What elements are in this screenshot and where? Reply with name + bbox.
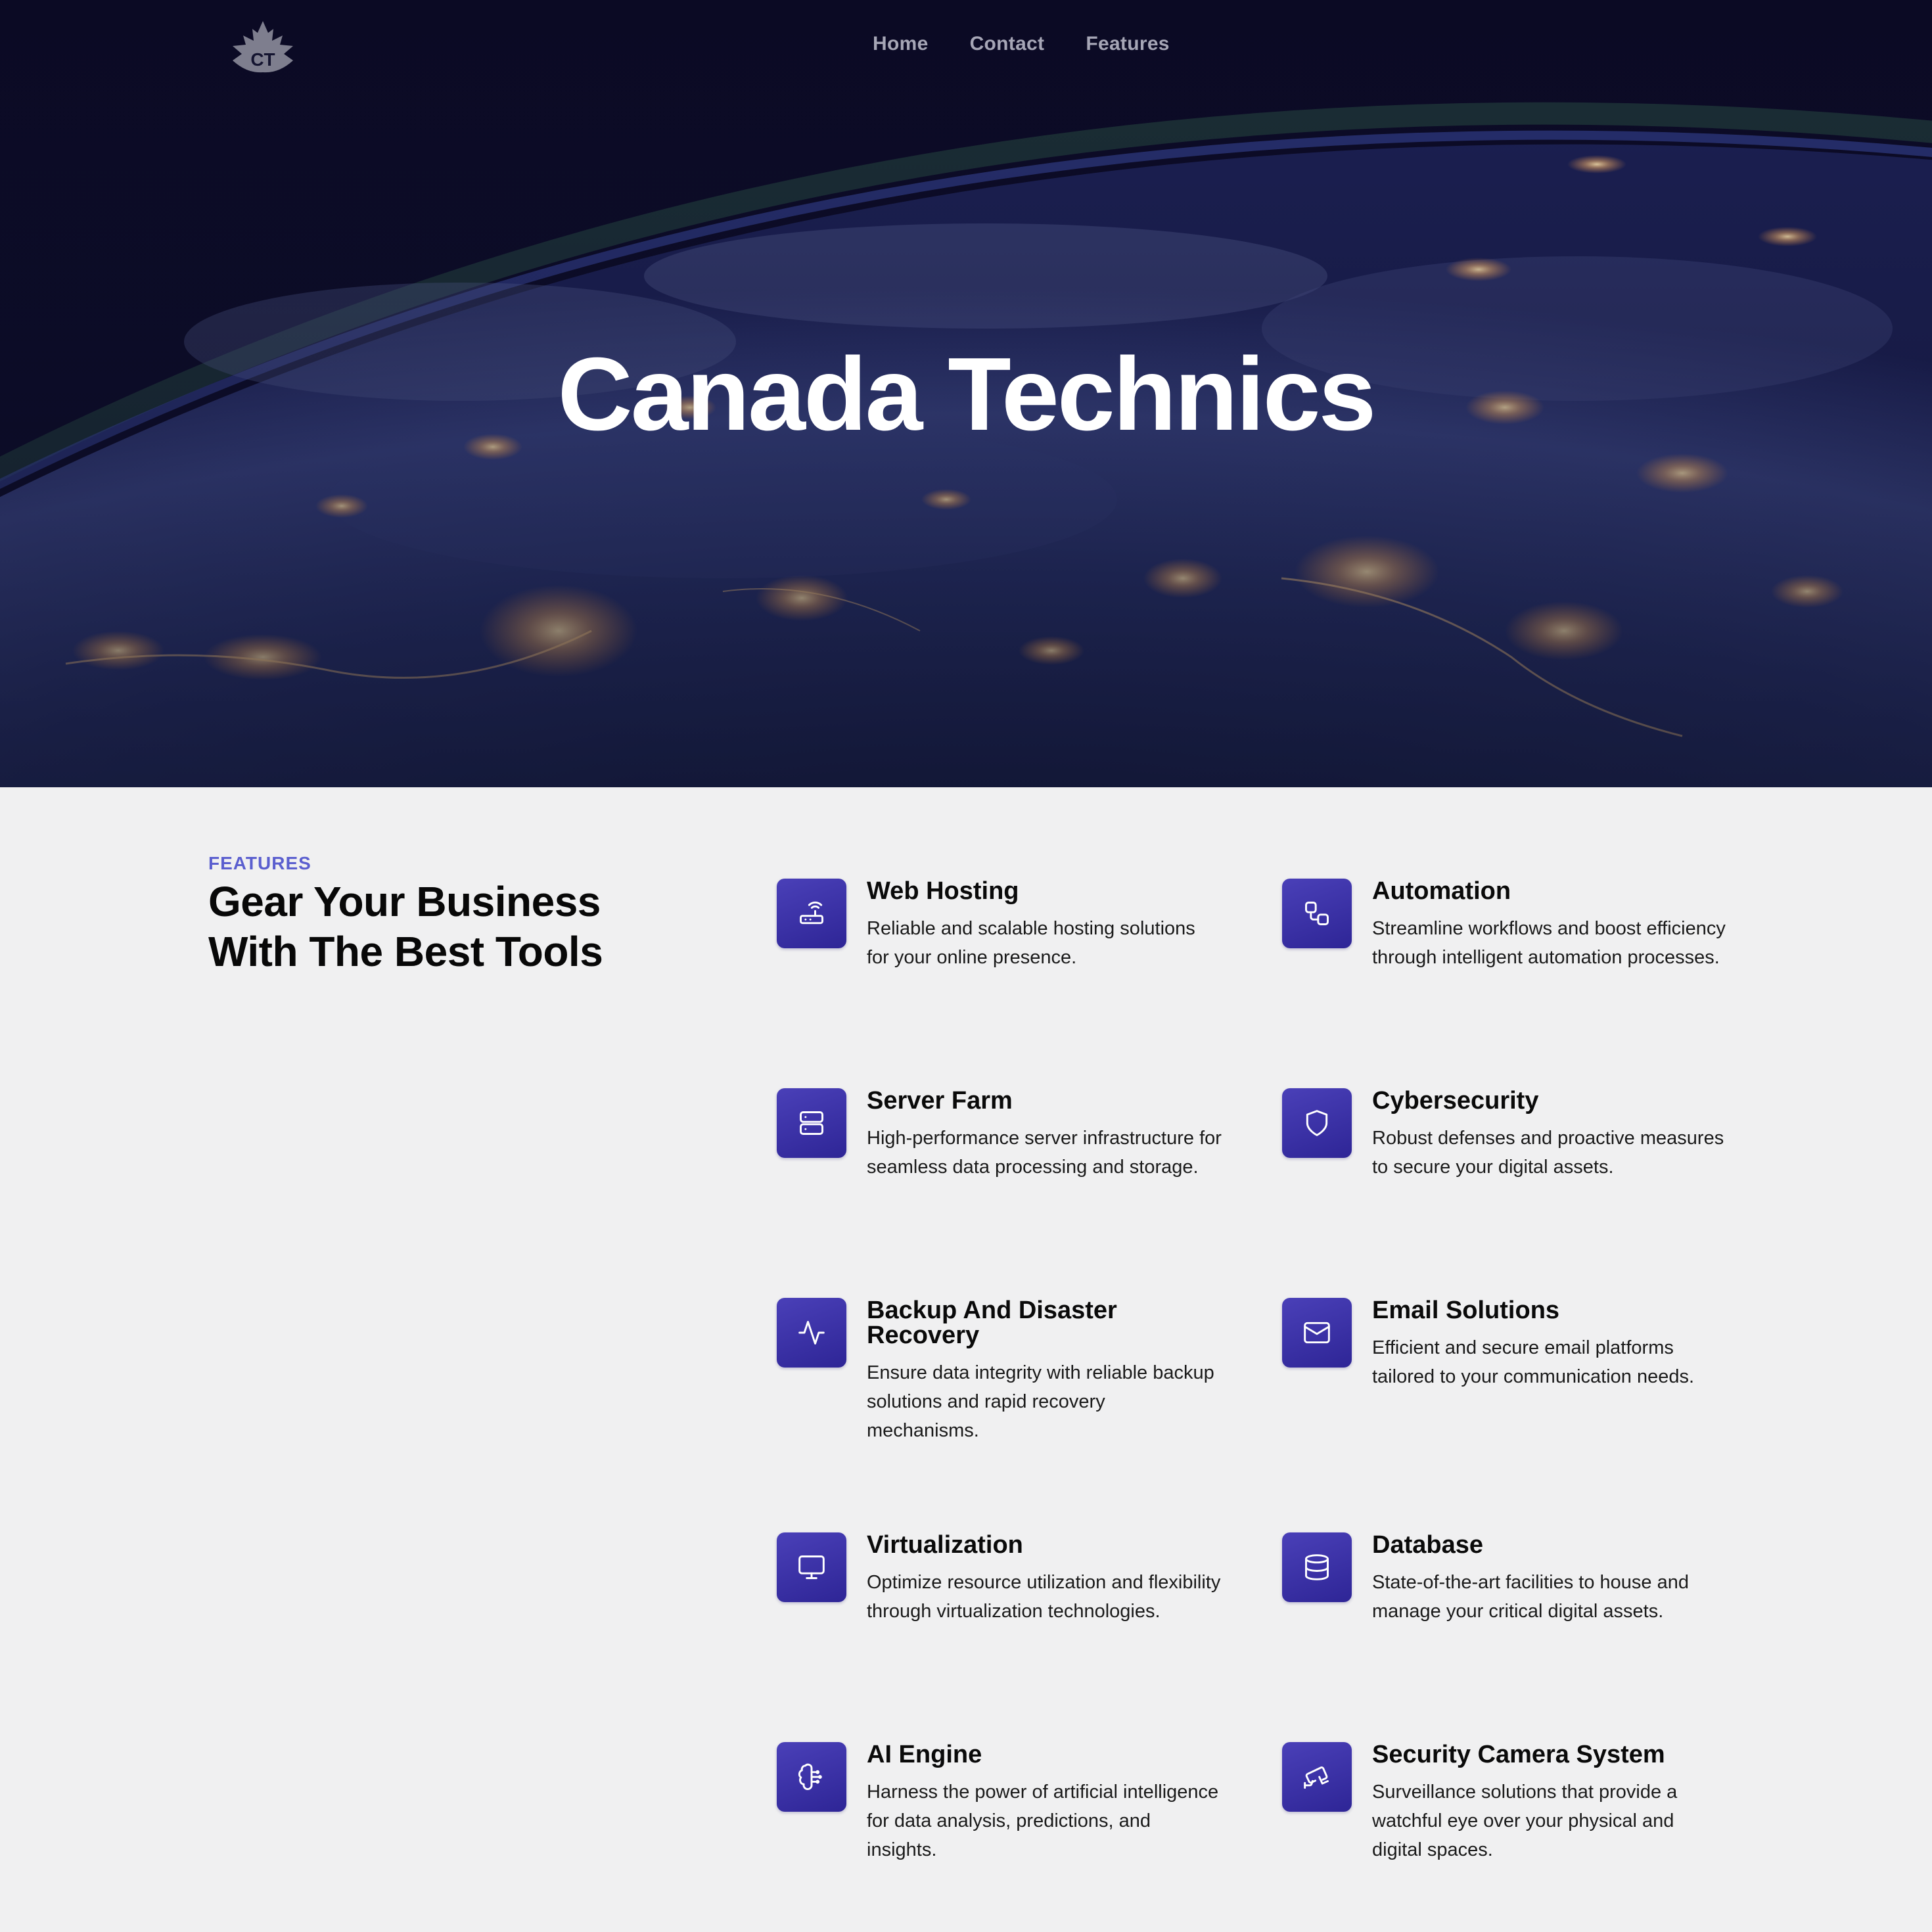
activity-icon xyxy=(777,1298,846,1368)
logo-text: CT xyxy=(250,49,275,70)
hero-section: CT Home Contact Features Canada Technics xyxy=(0,0,1932,787)
feature-description: Harness the power of artificial intellig… xyxy=(867,1782,1219,1860)
feature-description: Robust defenses and proactive measures t… xyxy=(1372,1128,1724,1178)
monitor-icon xyxy=(777,1532,846,1602)
router-icon xyxy=(777,879,846,948)
features-heading: Gear Your Business With The Best Tools xyxy=(208,877,734,977)
feature-title: Email Solutions xyxy=(1372,1297,1560,1324)
feature-title: Backup And Disaster Recovery xyxy=(867,1297,1117,1349)
feature-title: Virtualization xyxy=(867,1531,1023,1559)
shield-icon xyxy=(1282,1088,1352,1158)
feature-title: AI Engine xyxy=(867,1741,982,1768)
features-heading-line2: With The Best Tools xyxy=(208,928,603,975)
feature-description: Surveillance solutions that provide a wa… xyxy=(1372,1782,1678,1860)
brain-circuit-icon xyxy=(777,1742,846,1812)
nav-contact-link[interactable]: Contact xyxy=(970,33,1045,55)
hero-title: Canada Technics xyxy=(557,336,1377,452)
feature-description: State-of-the-art facilities to house and… xyxy=(1372,1572,1689,1622)
features-heading-line1: Gear Your Business xyxy=(208,878,601,925)
feature-title: Security Camera System xyxy=(1372,1741,1665,1768)
nav-home-link[interactable]: Home xyxy=(873,33,929,55)
feature-title: Cybersecurity xyxy=(1372,1087,1539,1115)
feature-description: Efficient and secure email platforms tai… xyxy=(1372,1337,1695,1387)
server-icon xyxy=(777,1088,846,1158)
features-eyebrow: FEATURES xyxy=(208,853,311,873)
feature-title: Server Farm xyxy=(867,1087,1013,1115)
feature-title: Automation xyxy=(1372,877,1511,905)
cctv-icon xyxy=(1282,1742,1352,1812)
feature-description: Streamline workflows and boost efficienc… xyxy=(1372,918,1726,968)
feature-description: High-performance server infrastructure f… xyxy=(867,1128,1222,1178)
feature-title: Database xyxy=(1372,1531,1483,1559)
feature-title: Web Hosting xyxy=(867,877,1019,905)
feature-description: Optimize resource utilization and flexib… xyxy=(867,1572,1221,1622)
database-icon xyxy=(1282,1532,1352,1602)
mail-icon xyxy=(1282,1298,1352,1368)
feature-description: Reliable and scalable hosting solutions … xyxy=(867,918,1195,968)
nav-features-link[interactable]: Features xyxy=(1086,33,1169,55)
ct-logo-icon[interactable]: CT xyxy=(227,20,298,76)
workflow-icon xyxy=(1282,879,1352,948)
feature-description: Ensure data integrity with reliable back… xyxy=(867,1362,1214,1441)
main-nav: Home Contact Features xyxy=(873,33,1170,55)
